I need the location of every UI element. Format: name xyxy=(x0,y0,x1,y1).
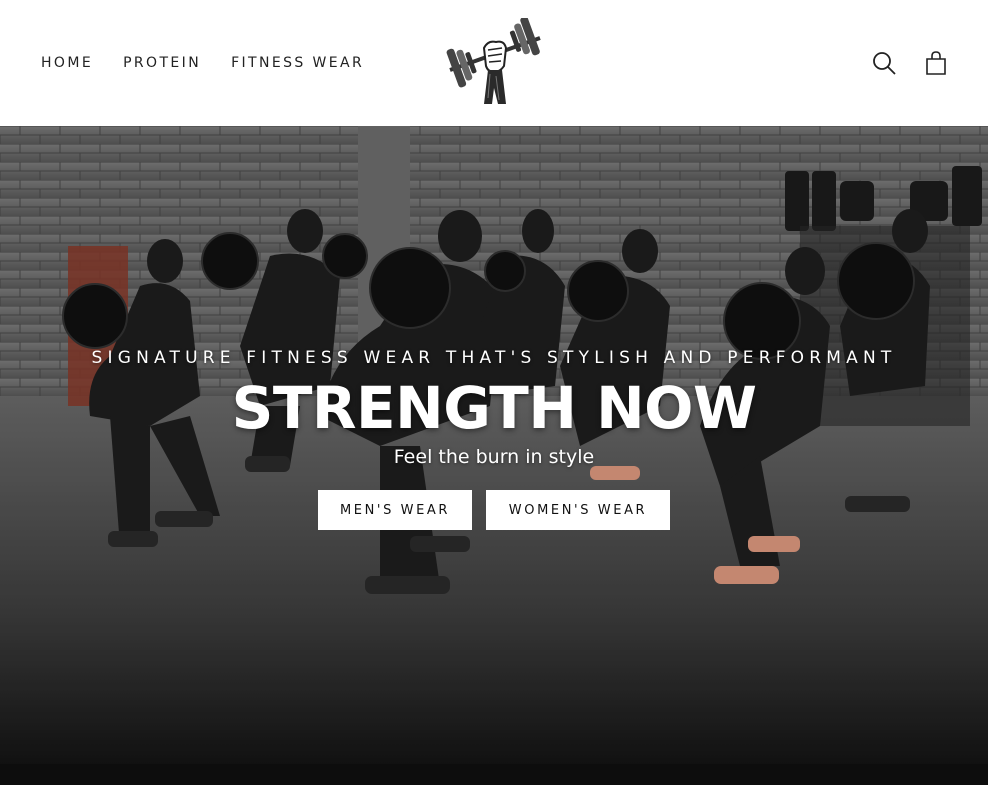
announcement-bar xyxy=(0,764,988,785)
search-icon[interactable] xyxy=(871,50,897,76)
womens-wear-button[interactable]: WOMEN'S WEAR xyxy=(486,490,670,530)
hero-banner: SIGNATURE FITNESS WEAR THAT'S STYLISH AN… xyxy=(0,126,988,764)
dumbbell-fist-logo[interactable] xyxy=(444,16,544,108)
hero-tagline: Feel the burn in style xyxy=(393,446,595,468)
mens-wear-button[interactable]: MEN'S WEAR xyxy=(318,490,472,530)
cart-icon[interactable] xyxy=(923,50,949,76)
nav-protein-link[interactable]: PROTEIN xyxy=(123,54,201,72)
hero-subheading: SIGNATURE FITNESS WEAR THAT'S STYLISH AN… xyxy=(91,348,897,368)
site-header: HOME PROTEIN FITNESS WEAR xyxy=(0,0,988,126)
hero-headline: STRENGTH NOW xyxy=(231,374,757,442)
hero-button-group: MEN'S WEAR WOMEN'S WEAR xyxy=(0,490,988,530)
hero-content: SIGNATURE FITNESS WEAR THAT'S STYLISH AN… xyxy=(0,126,988,764)
nav-home-link[interactable]: HOME xyxy=(41,54,93,72)
main-nav: HOME PROTEIN FITNESS WEAR xyxy=(41,54,394,72)
nav-fitness-wear-link[interactable]: FITNESS WEAR xyxy=(231,54,364,72)
